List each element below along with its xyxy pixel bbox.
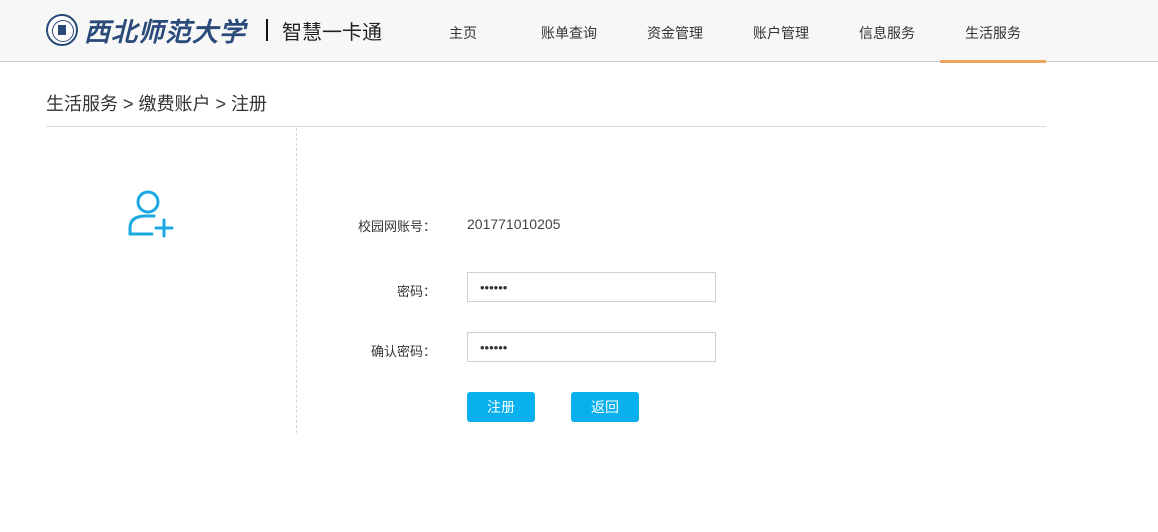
account-value: 201771010205 xyxy=(467,216,561,232)
breadcrumb: 生活服务 > 缴费账户 > 注册 xyxy=(46,90,1046,127)
confirm-password-label: 确认密码： xyxy=(370,344,436,359)
nav-item-home[interactable]: 主页 xyxy=(410,0,516,62)
password-label: 密码： xyxy=(396,284,436,299)
system-name: 智慧一卡通 xyxy=(282,21,383,44)
add-user-icon xyxy=(128,190,174,238)
password-input[interactable] xyxy=(467,272,716,302)
university-name: 西北师范大学 xyxy=(84,17,247,48)
nav-item-info-service[interactable]: 信息服务 xyxy=(834,0,940,62)
nav-item-bill-query[interactable]: 账单查询 xyxy=(516,0,622,62)
nav-item-account-management[interactable]: 账户管理 xyxy=(728,0,834,62)
nav-item-life-service[interactable]: 生活服务 xyxy=(940,0,1046,63)
header: 西北师范大学 智慧一卡通 主页 账单查询 资金管理 账户管理 信息服务 生活服务 xyxy=(0,0,1158,63)
register-button[interactable]: 注册 xyxy=(467,392,535,422)
confirm-password-input[interactable] xyxy=(467,332,716,362)
nav-item-fund-management[interactable]: 资金管理 xyxy=(622,0,728,62)
university-seal-icon xyxy=(46,14,78,46)
logo-divider xyxy=(266,19,269,41)
main-nav: 主页 账单查询 资金管理 账户管理 信息服务 生活服务 xyxy=(410,0,1046,63)
left-panel xyxy=(46,128,297,433)
account-label: 校园网账号： xyxy=(357,219,436,234)
back-button[interactable]: 返回 xyxy=(571,392,639,422)
logo[interactable]: 西北师范大学 智慧一卡通 xyxy=(46,12,382,48)
